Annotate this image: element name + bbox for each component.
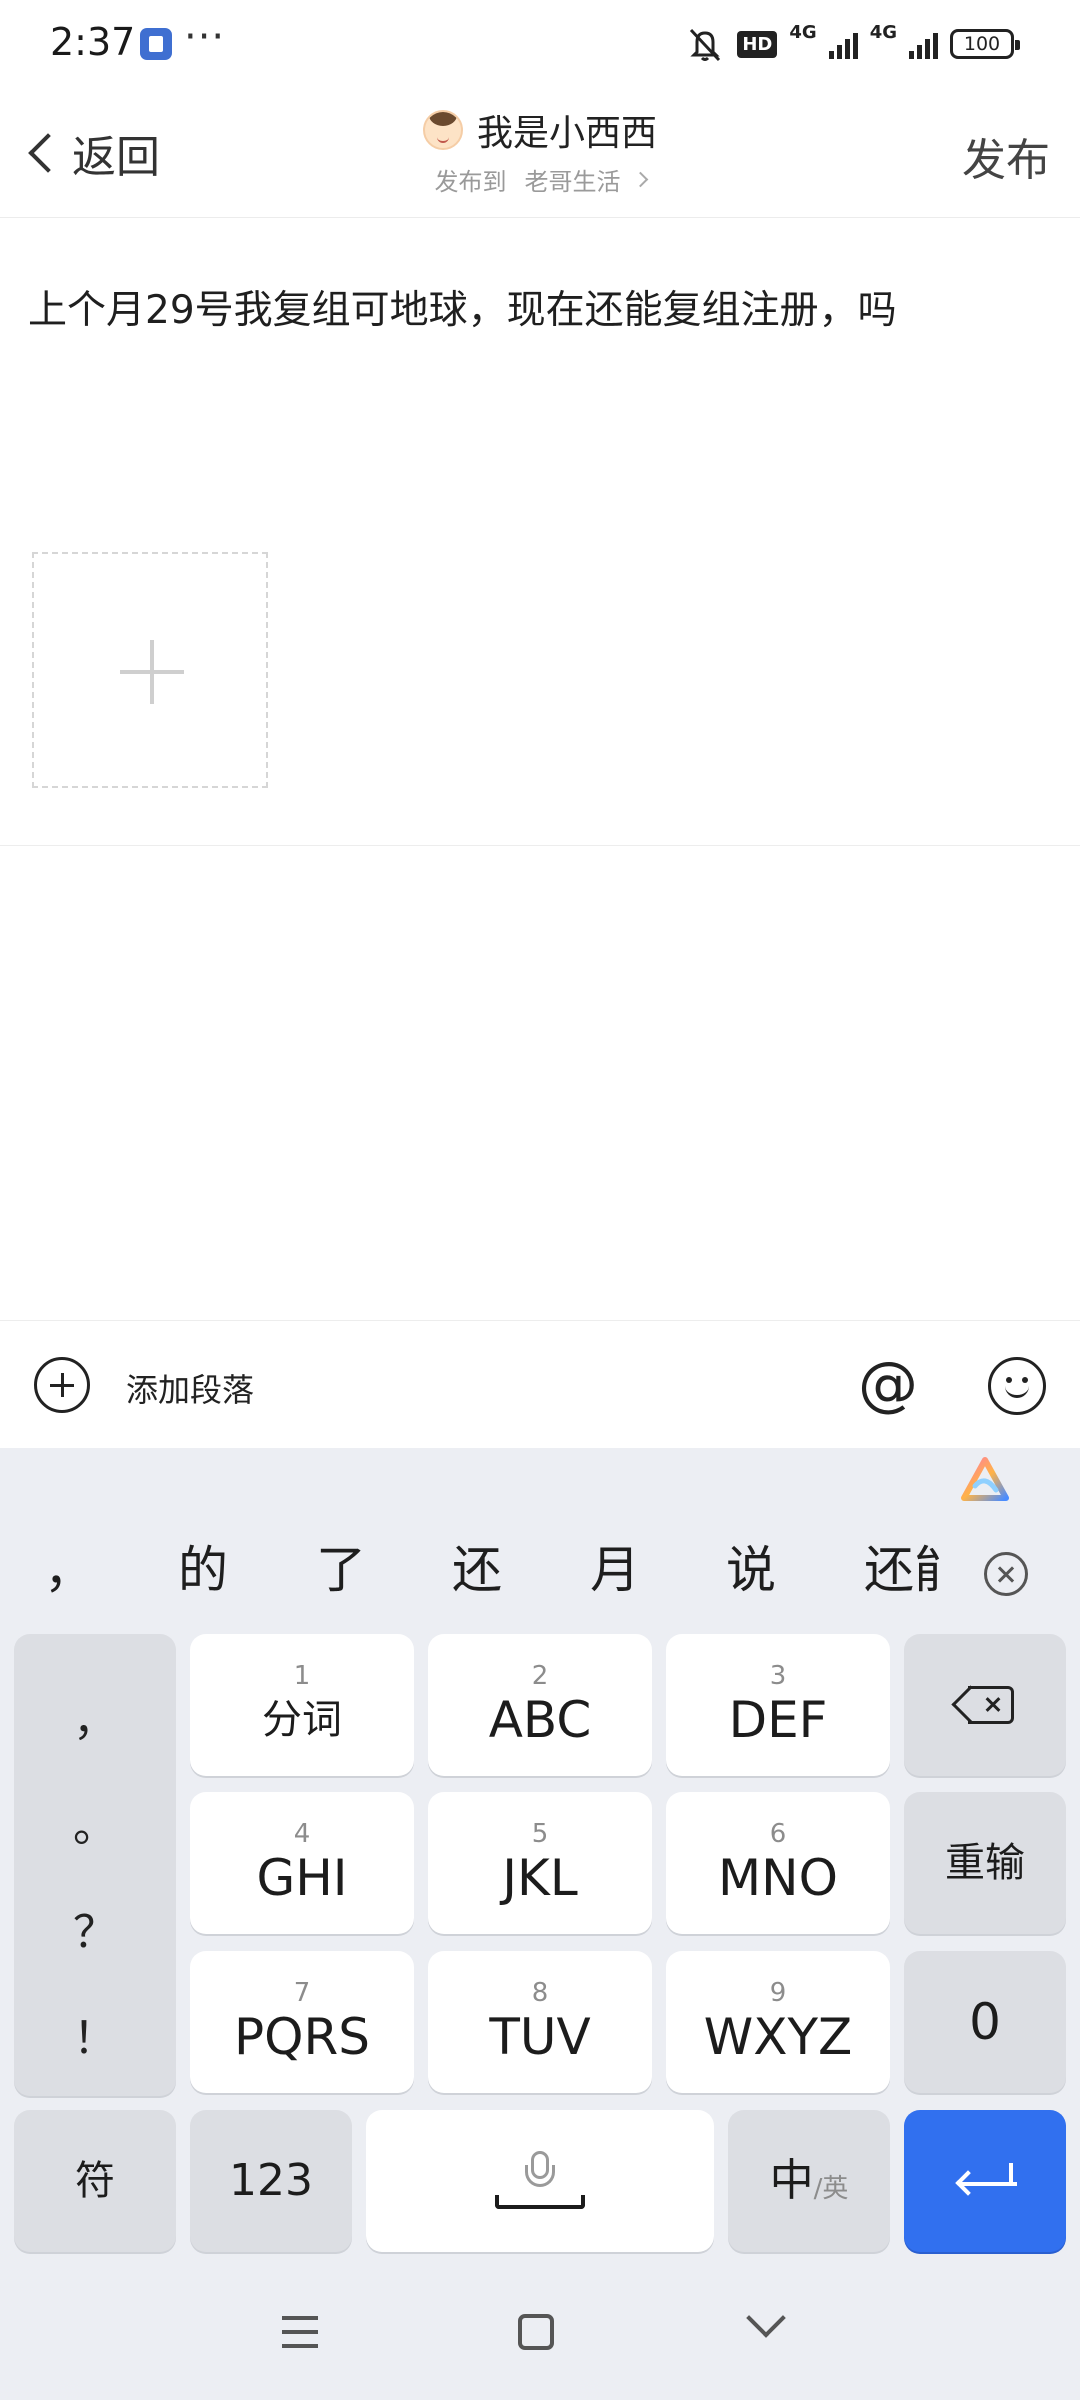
candidate-item[interactable]: 还 [452,1530,502,1602]
ai-assistant-icon[interactable] [958,1456,1012,1506]
back-label: 返回 [72,132,160,183]
author-row: 我是小西西 [422,104,657,156]
hd-voice-badge: HD [737,30,778,58]
key-6[interactable]: 6 MNO [666,1792,890,1934]
backspace-key[interactable] [904,1634,1066,1776]
candidate-item[interactable]: 了 [316,1530,366,1602]
key-7[interactable]: 7 PQRS [190,1951,414,2093]
punct-key[interactable]: ， [14,1684,176,1748]
author-name: 我是小西西 [476,113,657,154]
home-icon[interactable] [518,2314,554,2350]
enter-key[interactable] [904,2110,1066,2252]
add-circle-icon[interactable] [34,1357,90,1413]
battery-icon: 100 [950,29,1020,59]
candidate-item[interactable]: 月 [590,1530,640,1602]
candidate-item[interactable]: 的 [178,1530,228,1602]
candidate-item[interactable]: 还能 [864,1530,940,1602]
numbers-key[interactable]: 123 [190,2110,352,2252]
enter-icon [953,2163,1017,2199]
punctuation-column: ， 。 ？ ！ [14,1634,176,2096]
key-4[interactable]: 4 GHI [190,1792,414,1934]
add-paragraph-button[interactable]: 添加段落 [126,1365,254,1411]
backspace-icon [951,1685,1014,1724]
post-content-input[interactable]: 上个月29号我复组可地球，现在还能复组注册，吗 [28,282,1048,340]
language-switch-key[interactable]: 中 /英 [728,2110,890,2252]
candidate-bar: ， 的 了 还 月 说 还能 [0,1530,1080,1610]
post-to-selector[interactable]: 发布到 老哥生活 [434,162,648,197]
punct-key[interactable]: ！ [14,2002,176,2066]
key-5[interactable]: 5 JKL [428,1792,652,1934]
author-block: 我是小西西 发布到 老哥生活 [0,104,1080,197]
reenter-key[interactable]: 重输 [904,1792,1066,1934]
close-candidates-icon[interactable] [984,1552,1028,1596]
symbols-key[interactable]: 符 [14,2110,176,2252]
status-indicators: HD 4G 4G 100 [685,22,1020,64]
hide-keyboard-icon[interactable] [746,2298,786,2338]
system-nav-bar [0,2280,1080,2390]
punct-key[interactable]: 。 [14,1790,176,1854]
emoji-icon[interactable] [988,1357,1046,1415]
post-to-target: 老哥生活 [524,168,621,196]
key-9[interactable]: 9 WXYZ [666,1951,890,2093]
key-8[interactable]: 8 TUV [428,1951,652,2093]
add-image-button[interactable] [32,552,268,788]
post-to-label: 发布到 [434,168,507,196]
network-type-2: 4G [869,22,897,43]
signal-icon-1 [828,29,858,59]
back-button[interactable]: 返回 [24,118,160,188]
status-bar: 2:37 ··· HD 4G 4G 100 [0,0,1080,90]
network-type-1: 4G [789,22,817,43]
punct-key[interactable]: ？ [14,1896,176,1960]
divider [0,845,1080,846]
chevron-left-icon [28,133,68,173]
chevron-right-icon [632,171,648,188]
microphone-space-icon [495,2151,585,2211]
mention-icon[interactable]: @ [858,1349,918,1419]
more-notifications-icon: ··· [184,14,226,60]
space-key[interactable] [366,2110,714,2252]
candidate-item[interactable]: 说 [726,1530,776,1602]
mute-bell-icon [690,28,721,62]
editor-toolbar: 添加段落 @ [0,1320,1080,1448]
top-nav: 我是小西西 发布到 老哥生活 返回 发布 [0,90,1080,218]
publish-button[interactable]: 发布 [962,124,1050,188]
zero-key[interactable]: 0 [904,1951,1066,2093]
key-3[interactable]: 3 DEF [666,1634,890,1776]
avatar [422,110,463,150]
status-time: 2:37 [50,20,136,64]
signal-icon-2 [909,29,938,59]
key-2[interactable]: 2 ABC [428,1634,652,1776]
recent-apps-icon[interactable] [282,2316,318,2348]
candidate-item[interactable]: ， [44,1530,94,1602]
key-1[interactable]: 1 分词 [190,1634,414,1776]
app-notification-icon [140,28,172,60]
